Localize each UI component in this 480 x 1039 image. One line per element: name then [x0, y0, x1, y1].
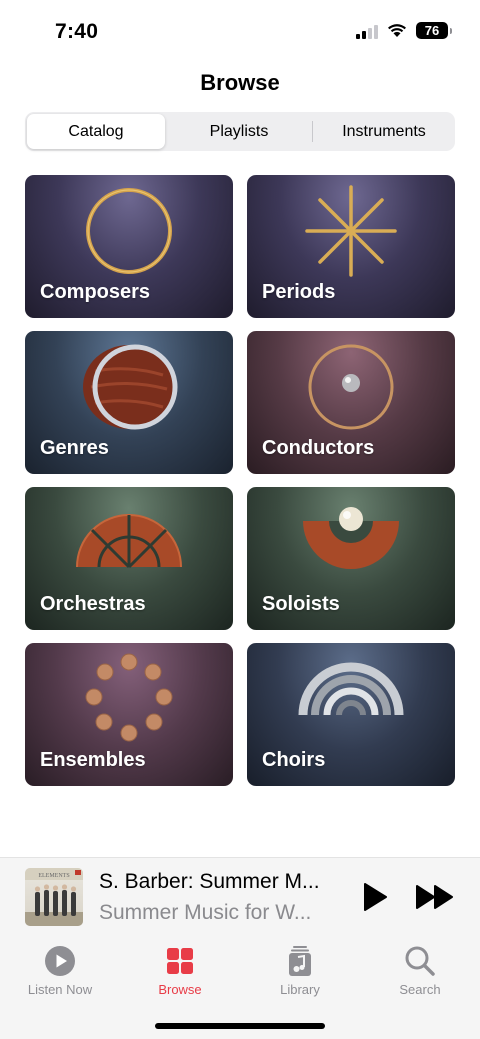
tile-soloists[interactable]: Soloists: [247, 487, 455, 630]
fast-forward-icon[interactable]: [415, 884, 455, 910]
wifi-icon: [388, 24, 406, 37]
status-bar: 7:40 76: [0, 0, 480, 62]
tile-ensembles[interactable]: Ensembles: [25, 643, 233, 786]
tile-orchestras[interactable]: Orchestras: [25, 487, 233, 630]
tab-label: Listen Now: [27, 982, 93, 997]
tab-library[interactable]: Library: [250, 945, 350, 997]
svg-text:ELEMENTS: ELEMENTS: [38, 873, 69, 879]
battery-icon: 76: [416, 22, 452, 39]
status-icons: 76: [356, 22, 452, 39]
music-library-icon: [289, 946, 311, 976]
search-icon: [405, 946, 435, 976]
tab-browse[interactable]: Browse: [130, 945, 230, 997]
tile-label: Conductors: [262, 437, 375, 459]
segment-divider: [312, 121, 313, 142]
tab-label: Library: [280, 982, 320, 997]
status-time: 7:40: [55, 20, 99, 43]
tile-label: Genres: [40, 437, 109, 459]
now-playing-subtitle: Summer Music for W...: [99, 901, 312, 924]
tile-label: Orchestras: [40, 593, 146, 615]
tab-listen-now[interactable]: Listen Now: [10, 945, 110, 997]
segmented-control: Catalog Playlists Instruments: [25, 112, 455, 151]
tile-label: Choirs: [262, 749, 326, 771]
tile-label: Composers: [40, 281, 151, 303]
segment-catalog[interactable]: Catalog: [27, 114, 165, 149]
tile-label: Soloists: [262, 593, 340, 615]
tile-composers[interactable]: Composers: [25, 175, 233, 318]
tab-search[interactable]: Search: [370, 945, 470, 997]
home-indicator: [155, 1023, 325, 1029]
tile-conductors[interactable]: Conductors: [247, 331, 455, 474]
tile-label: Ensembles: [40, 749, 146, 771]
tab-label: Browse: [158, 982, 202, 997]
tab-label: Search: [399, 982, 441, 997]
play-icon[interactable]: [362, 882, 388, 912]
segment-playlists[interactable]: Playlists: [170, 114, 308, 149]
tile-genres[interactable]: Genres: [25, 331, 233, 474]
segment-instruments[interactable]: Instruments: [315, 114, 453, 149]
tile-label: Periods: [262, 281, 336, 303]
tile-periods[interactable]: Periods: [247, 175, 455, 318]
album-art[interactable]: ELEMENTS: [25, 868, 83, 926]
now-playing-title: S. Barber: Summer M...: [99, 870, 320, 893]
page-title: Browse: [200, 70, 280, 95]
play-circle-icon: [45, 946, 75, 976]
grid-icon: [167, 948, 193, 974]
album-cover-image: ELEMENTS: [25, 868, 83, 926]
mini-player[interactable]: ELEMENTS S. Barber: Summer M... Summer M…: [0, 857, 480, 938]
tile-choirs[interactable]: Choirs: [247, 643, 455, 786]
cellular-signal-icon: [356, 23, 378, 39]
